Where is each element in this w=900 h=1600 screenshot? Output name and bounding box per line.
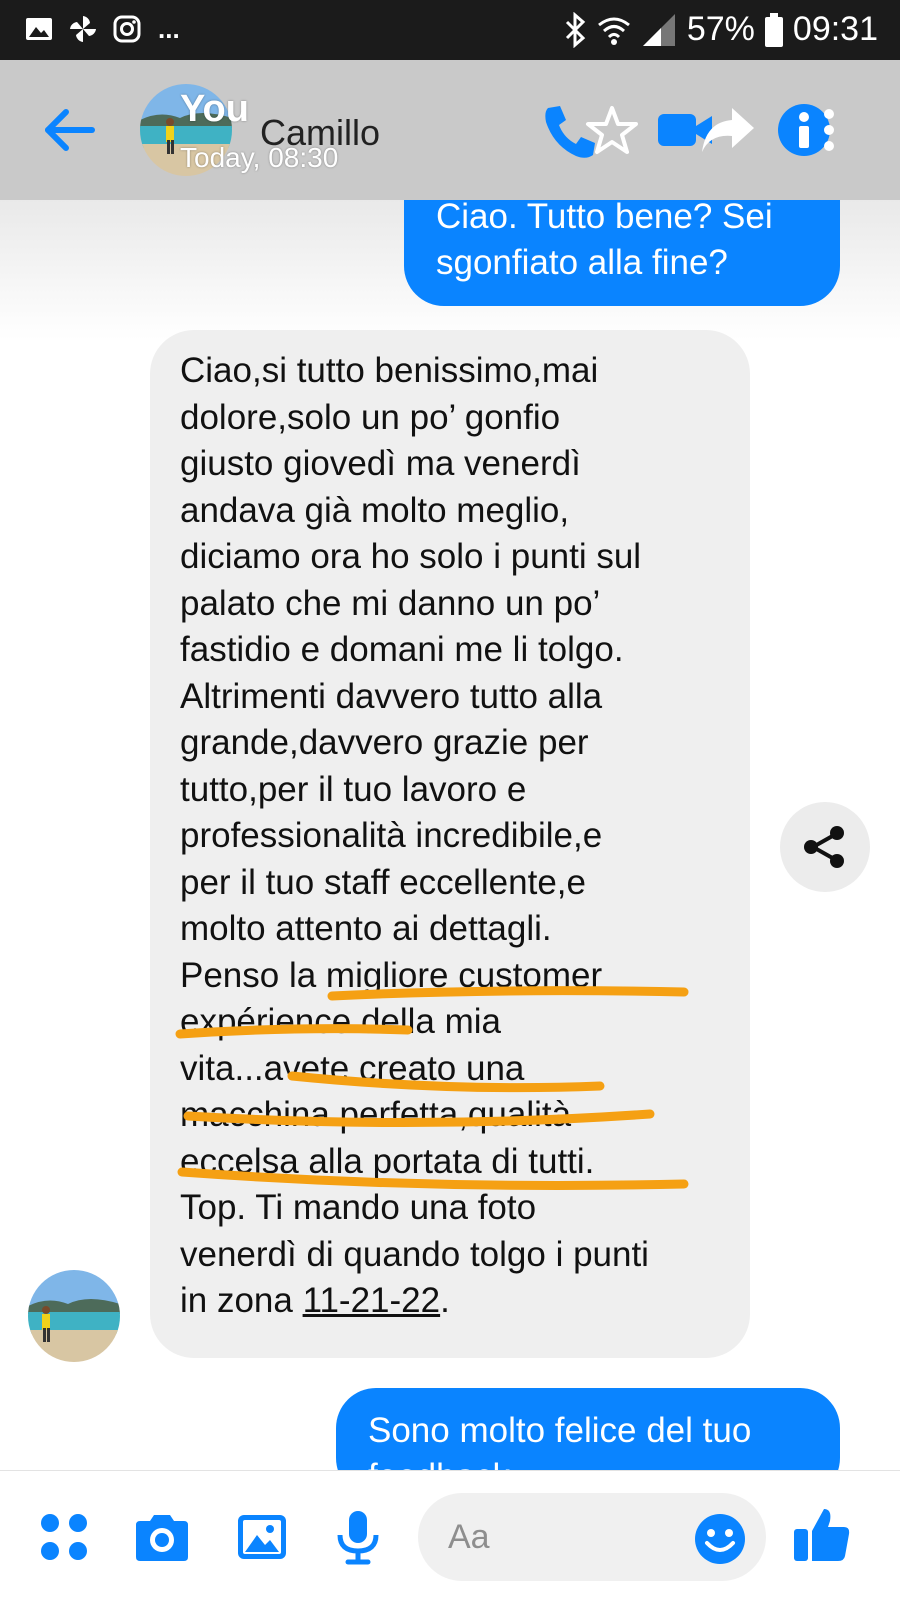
message-line: Ciao,si tutto benissimo,mai — [180, 351, 599, 390]
message-line: professionalità incredibile,e — [180, 816, 603, 855]
signal-icon — [642, 13, 675, 46]
status-left-icons: ... — [24, 14, 180, 44]
status-time: 09:31 — [792, 10, 878, 48]
message-line: venerdì di quando tolgo i punti — [180, 1234, 649, 1274]
message-line: fastidio e domani me li tolgo. — [180, 630, 624, 669]
emoji-icon[interactable] — [692, 1511, 748, 1567]
outgoing-message[interactable]: Sono molto felice del tuo feedback... — [336, 1388, 840, 1470]
message-line: giusto giovedì ma venerdì — [180, 444, 581, 483]
message-line: molto attento ai dettagli. — [180, 909, 552, 948]
overlay-name: You — [180, 88, 249, 130]
message-line: vita...avete creato una — [180, 1048, 525, 1088]
camera-icon[interactable] — [132, 1507, 192, 1567]
message-line: Sono molto felice del tuo — [368, 1411, 752, 1450]
message-line: andava già molto meglio, — [180, 490, 570, 530]
outgoing-message[interactable]: Ciao. Tutto bene? Sei sgonfiato alla fin… — [404, 200, 840, 306]
message-list[interactable]: Ciao. Tutto bene? Sei sgonfiato alla fin… — [0, 200, 900, 1470]
message-line: expérience della mia — [180, 1002, 502, 1041]
message-line: Top. Ti mando una foto — [180, 1188, 537, 1227]
message-line: Penso la migliore customer — [180, 955, 603, 995]
message-line: eccelsa alla portata di tutti. — [180, 1141, 595, 1181]
message-line: feedback... — [368, 1454, 810, 1470]
status-bar: ... 57% 09:31 — [0, 0, 900, 60]
thumbs-up-icon[interactable] — [790, 1503, 854, 1567]
incoming-message[interactable]: Ciao,si tutto benissimo,mai dolore,solo … — [150, 330, 750, 1358]
apps-grid-icon[interactable] — [34, 1507, 94, 1567]
share-icon — [804, 826, 844, 868]
message-line: macchina perfetta,qualità — [180, 1095, 572, 1134]
more-vertical-icon[interactable] — [814, 100, 844, 160]
message-line: palato che mi danno un po’ — [180, 583, 601, 623]
avatar[interactable] — [28, 1270, 120, 1362]
message-line: Ciao. Tutto bene? Sei — [436, 200, 773, 236]
message-line: per il tuo staff eccellente,e — [180, 862, 586, 902]
header-timestamp: Today, 08:30 — [180, 142, 339, 173]
last-line-suffix: . — [440, 1281, 450, 1320]
message-line: diciamo ora ho solo i punti sul — [180, 537, 642, 576]
message-line: sgonfiato alla fine? — [436, 243, 728, 282]
forward-arrow-icon[interactable] — [696, 100, 760, 160]
instagram-icon — [113, 15, 141, 43]
status-right: 57% 09:31 — [563, 10, 878, 49]
last-line-prefix: in zona — [180, 1281, 303, 1320]
message-last-line: in zona 11-21-22. — [180, 1278, 726, 1325]
message-line: dolore,solo un po’ gonfio — [180, 397, 561, 437]
zone-number-link[interactable]: 11-21-22 — [303, 1281, 441, 1320]
star-icon[interactable] — [580, 100, 644, 160]
battery-icon — [764, 12, 783, 47]
pinwheel-app-icon — [70, 16, 96, 42]
bluetooth-icon — [565, 11, 586, 48]
share-button[interactable] — [780, 802, 870, 892]
wifi-icon — [597, 17, 630, 45]
message-line: Altrimenti davvero tutto alla — [180, 676, 603, 716]
microphone-icon[interactable] — [328, 1507, 388, 1567]
gallery-icon[interactable] — [232, 1507, 292, 1567]
message-line: grande,davvero grazie per — [180, 723, 589, 762]
message-line: tutto,per il tuo lavoro e — [180, 769, 527, 809]
chat-header: You Camillo Today, 08:30 — [0, 60, 900, 200]
more-notifications-indicator: ... — [158, 14, 180, 44]
composer-bar — [0, 1470, 900, 1600]
back-arrow-icon[interactable] — [40, 100, 100, 160]
gallery-notification-icon — [26, 18, 52, 40]
battery-percent: 57% — [686, 10, 755, 48]
